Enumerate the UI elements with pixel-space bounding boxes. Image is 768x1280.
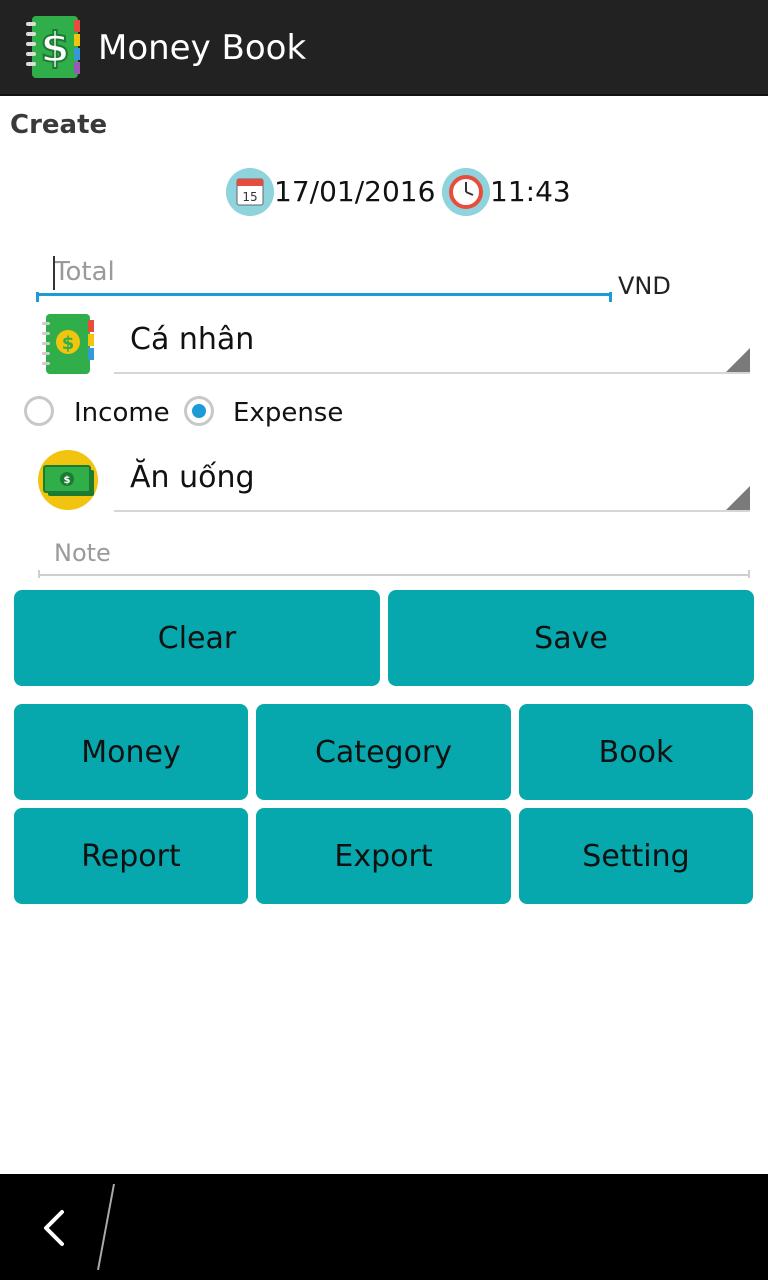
book-button[interactable]: Book — [519, 704, 753, 800]
money-button[interactable]: Money — [14, 704, 248, 800]
svg-text:15: 15 — [242, 190, 257, 204]
svg-text:$: $ — [40, 23, 69, 72]
currency-label: VND — [618, 272, 671, 300]
dropdown-arrow-icon — [726, 486, 750, 510]
dropdown-arrow-icon — [726, 348, 750, 372]
category-dropdown-value: Ăn uống — [130, 460, 255, 495]
back-icon[interactable] — [38, 1206, 70, 1250]
svg-text:$: $ — [64, 475, 71, 486]
book-dropdown[interactable]: Cá nhân — [114, 312, 750, 374]
book-dropdown-value: Cá nhân — [130, 322, 255, 357]
clock-icon[interactable] — [442, 168, 490, 216]
money-bill-icon: $ — [38, 450, 98, 510]
calendar-icon[interactable]: 15 — [226, 168, 274, 216]
expense-label[interactable]: Expense — [233, 398, 343, 428]
export-button[interactable]: Export — [256, 808, 511, 904]
report-button[interactable]: Report — [14, 808, 248, 904]
note-input-underline — [38, 570, 750, 578]
clear-button[interactable]: Clear — [14, 590, 380, 686]
title-bar: $ Money Book — [0, 0, 768, 96]
time-value[interactable]: 11:43 — [490, 174, 571, 210]
category-button[interactable]: Category — [256, 704, 511, 800]
nav-divider — [97, 1183, 115, 1271]
save-button[interactable]: Save — [388, 590, 754, 686]
income-radio[interactable] — [24, 396, 54, 426]
expense-radio[interactable] — [184, 396, 214, 426]
section-title: Create — [10, 110, 108, 140]
radio-selected-dot — [192, 404, 206, 418]
category-dropdown[interactable]: Ăn uống — [114, 450, 750, 512]
total-input-underline — [36, 292, 612, 302]
book-icon: $ — [42, 314, 94, 374]
total-input[interactable] — [36, 250, 612, 296]
setting-button[interactable]: Setting — [519, 808, 753, 904]
money-book-icon: $ — [26, 16, 80, 78]
text-cursor — [53, 256, 55, 290]
income-label[interactable]: Income — [74, 398, 170, 428]
svg-text:$: $ — [62, 333, 75, 354]
date-value[interactable]: 17/01/2016 — [274, 174, 435, 210]
app-title: Money Book — [98, 28, 307, 68]
